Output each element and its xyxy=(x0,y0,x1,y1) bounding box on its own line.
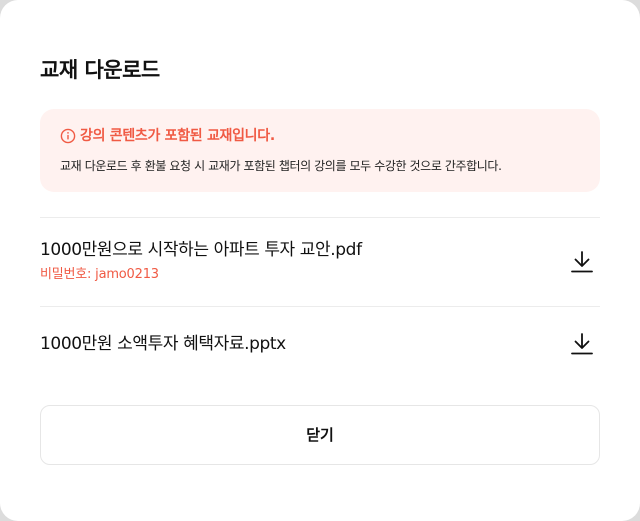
notice-box: 강의 콘텐츠가 포함된 교재입니다. 교재 다운로드 후 환불 요청 시 교재가… xyxy=(40,109,600,192)
notice-title: 강의 콘텐츠가 포함된 교재입니다. xyxy=(80,128,275,144)
notice-text: 교재 다운로드 후 환불 요청 시 교재가 포함된 챕터의 강의를 모두 수강한… xyxy=(60,159,502,173)
file-password: 비밀번호: jamo0213 xyxy=(40,267,159,282)
download-icon[interactable] xyxy=(569,331,595,357)
download-dialog: 교재 다운로드 강의 콘텐츠가 포함된 교재입니다. 교재 다운로드 후 환불 … xyxy=(0,0,640,521)
info-icon xyxy=(60,128,76,144)
close-button[interactable]: 닫기 xyxy=(40,405,600,465)
file-name: 1000만원 소액투자 혜택자료.pptx xyxy=(40,334,286,354)
notice-header: 강의 콘텐츠가 포함된 교재입니다. xyxy=(60,126,275,146)
dialog-title: 교재 다운로드 xyxy=(40,58,160,82)
file-row-pdf: 1000만원으로 시작하는 아파트 투자 교안.pdf 비밀번호: jamo02… xyxy=(40,218,600,306)
file-name: 1000만원으로 시작하는 아파트 투자 교안.pdf xyxy=(40,240,362,260)
file-row-pptx: 1000만원 소액투자 혜택자료.pptx xyxy=(40,307,600,381)
download-icon[interactable] xyxy=(569,249,595,275)
